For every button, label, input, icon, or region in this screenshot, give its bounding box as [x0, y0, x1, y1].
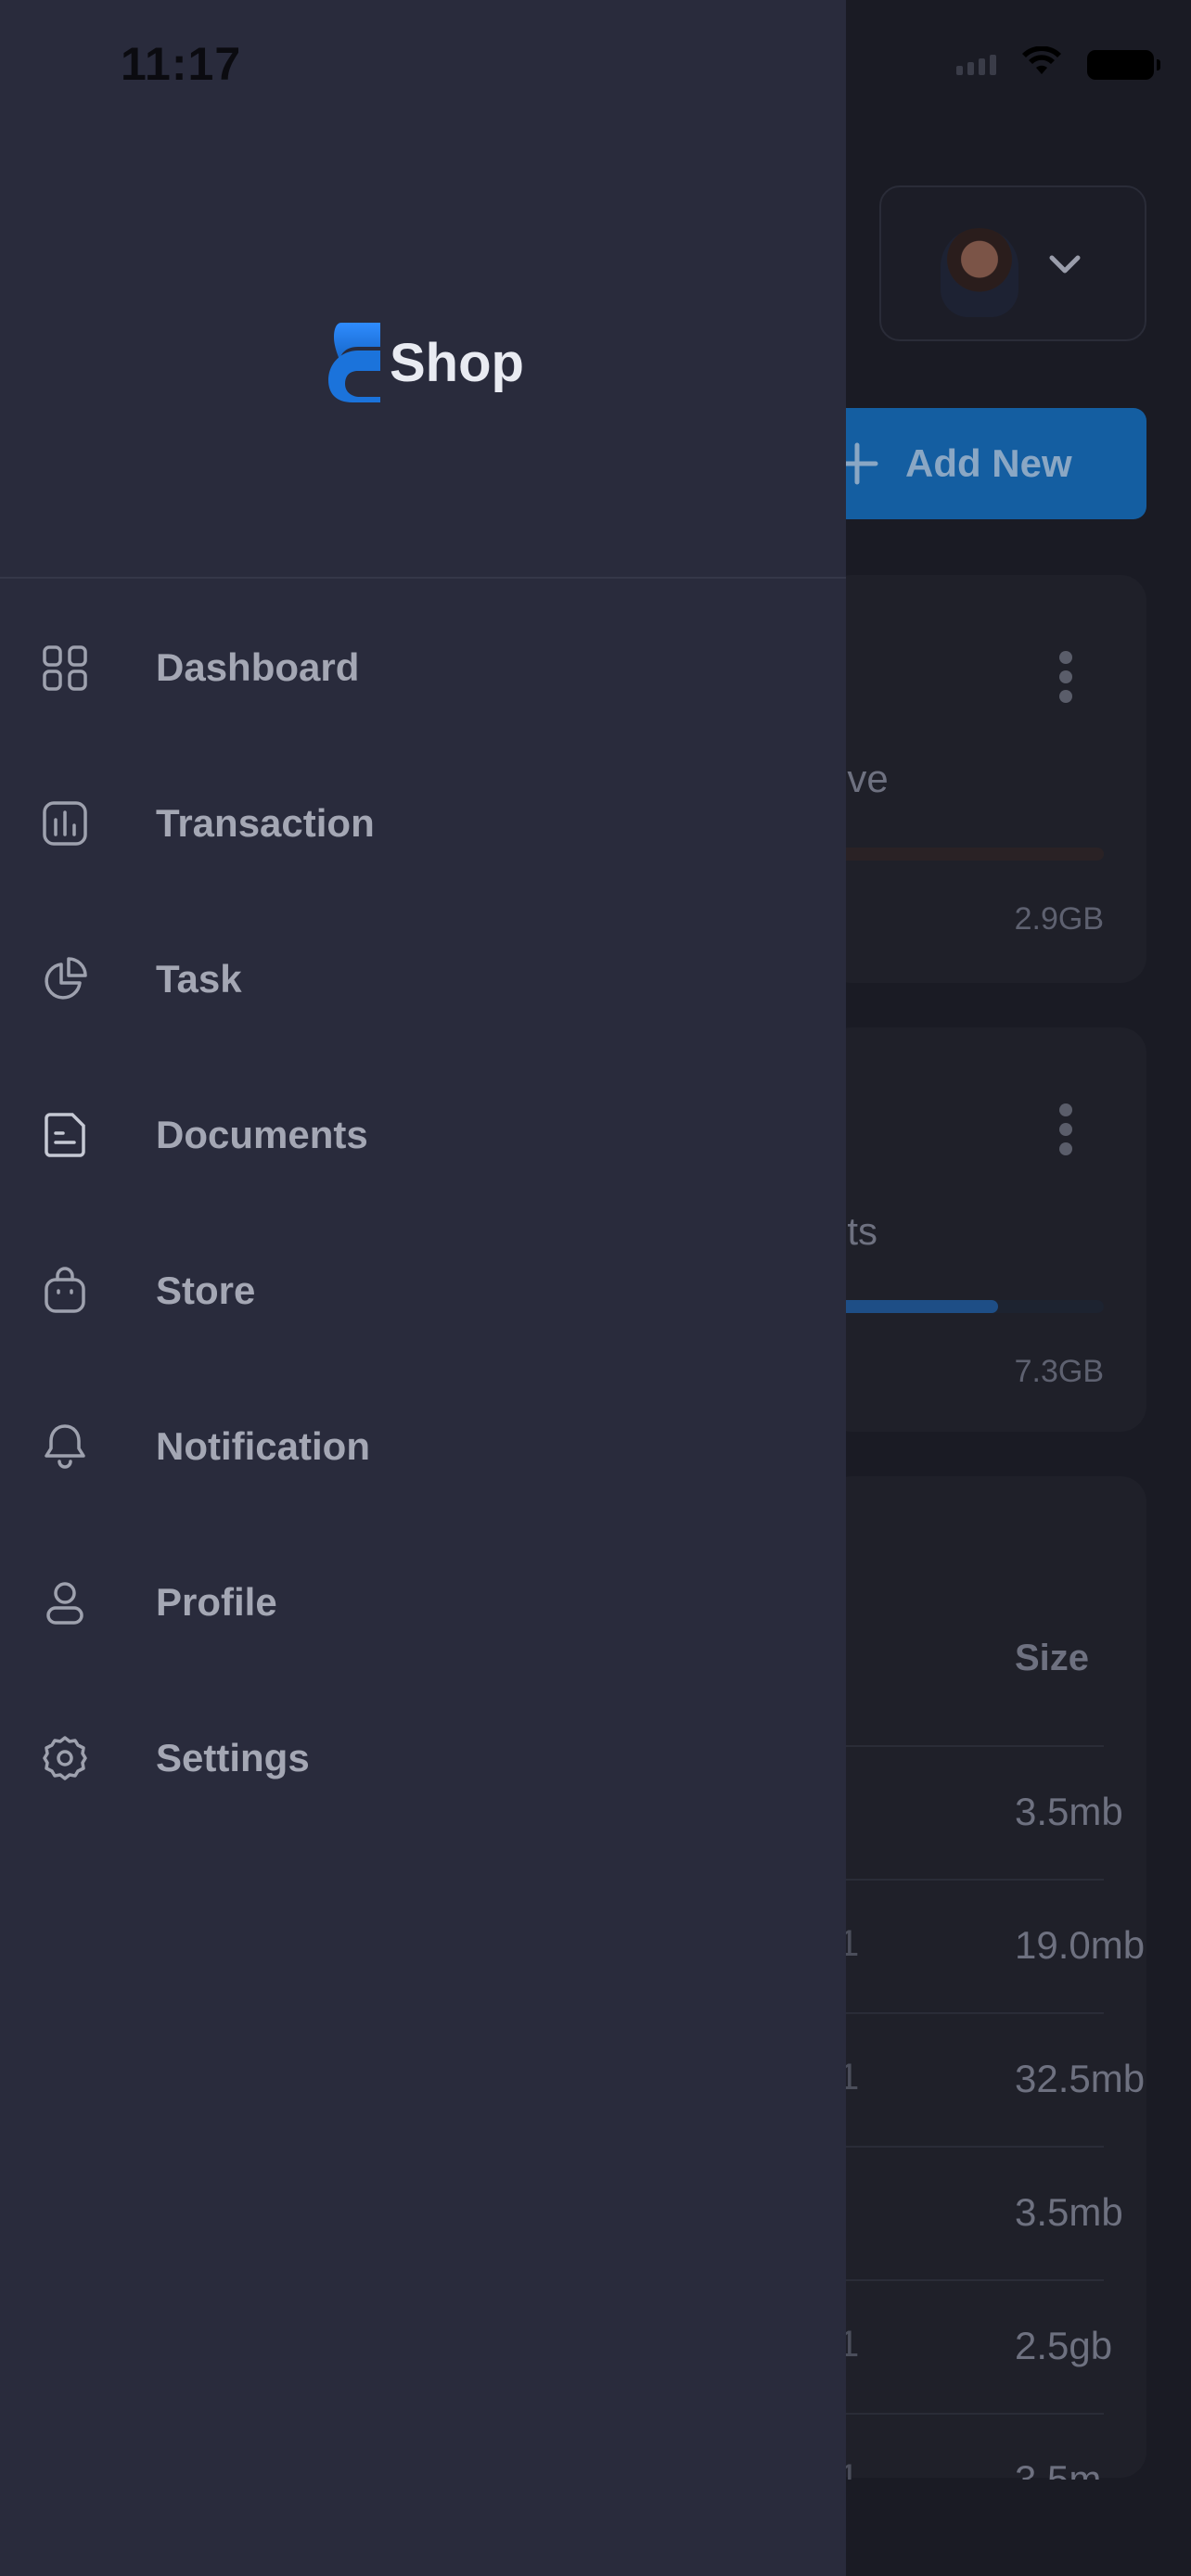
bell-icon: [41, 1422, 89, 1471]
menu-item-label: Transaction: [156, 801, 375, 845]
status-icons: [956, 45, 1160, 83]
cellular-signal-icon: [956, 54, 996, 75]
navigation-drawer: 11:17 Shop Dashboard Transaction Task Do…: [0, 0, 846, 2576]
menu-item-label: Task: [156, 957, 242, 1001]
menu-item-transaction[interactable]: Transaction: [0, 755, 846, 911]
brand-name: Shop: [390, 332, 524, 393]
menu-item-label: Dashboard: [156, 645, 360, 689]
profile-switcher[interactable]: [879, 185, 1146, 341]
pie-chart-icon: [41, 955, 89, 1003]
file-size: 2.5gb: [1015, 2324, 1113, 2367]
gear-icon: [41, 1734, 89, 1782]
more-options-icon[interactable]: [1059, 651, 1072, 703]
menu-item-documents[interactable]: Documents: [0, 1066, 846, 1222]
menu-item-dashboard[interactable]: Dashboard: [0, 599, 846, 755]
user-icon: [41, 1578, 89, 1626]
menu-item-label: Notification: [156, 1424, 370, 1468]
document-icon: [41, 1111, 89, 1159]
divider: [0, 577, 846, 579]
add-new-button[interactable]: Add New: [816, 408, 1146, 519]
table-row[interactable]: 1 3.5mb: [826, 2413, 1104, 2480]
wifi-icon: [1020, 45, 1063, 83]
table-row[interactable]: 1 32.5mb: [826, 2012, 1145, 2144]
chevron-down-icon[interactable]: [1046, 249, 1083, 280]
file-size: 19.0mb: [1015, 1923, 1146, 1967]
file-size: 3.5mb: [1015, 2457, 1104, 2480]
bar-chart-icon: [41, 799, 89, 848]
brand-logo[interactable]: Shop: [325, 319, 524, 406]
more-options-icon[interactable]: [1059, 1103, 1072, 1155]
drawer-menu: Dashboard Transaction Task Documents Sto…: [0, 599, 846, 1845]
menu-item-settings[interactable]: Settings: [0, 1690, 846, 1845]
file-size: 32.5mb: [1015, 2057, 1146, 2100]
menu-item-label: Profile: [156, 1580, 277, 1624]
file-size: 3.5mb: [1015, 1790, 1123, 1833]
dashboard-grid-icon: [41, 644, 89, 692]
storage-card: rive 2.9GB: [826, 575, 1146, 983]
avatar[interactable]: [941, 228, 1018, 317]
table-row[interactable]: 3.5mb: [826, 2146, 1123, 2277]
menu-item-label: Documents: [156, 1113, 368, 1156]
table-row[interactable]: 1 19.0mb: [826, 1879, 1145, 2010]
menu-item-profile[interactable]: Profile: [0, 1534, 846, 1690]
storage-size: 7.3GB: [1014, 1354, 1104, 1389]
add-new-label: Add New: [905, 441, 1072, 485]
table-row[interactable]: 1 2.5gb: [826, 2279, 1112, 2411]
menu-item-task[interactable]: Task: [0, 911, 846, 1066]
storage-card: nts 7.3GB: [826, 1027, 1146, 1432]
shopping-bag-icon: [41, 1267, 89, 1315]
storage-size: 2.9GB: [1014, 901, 1104, 937]
menu-item-label: Store: [156, 1269, 256, 1312]
menu-item-notification[interactable]: Notification: [0, 1378, 846, 1534]
status-time: 11:17: [121, 38, 242, 90]
storage-progress-bar: [826, 848, 1104, 861]
storage-progress-bar: [826, 1300, 1104, 1313]
table-row[interactable]: 3.5mb: [826, 1745, 1123, 1877]
menu-item-store[interactable]: Store: [0, 1222, 846, 1378]
menu-item-label: Settings: [156, 1736, 310, 1779]
table-header-size: Size: [1015, 1638, 1090, 1678]
logo-icon: [328, 323, 380, 402]
file-size: 3.5mb: [1015, 2190, 1123, 2234]
battery-icon: [1087, 49, 1160, 80]
